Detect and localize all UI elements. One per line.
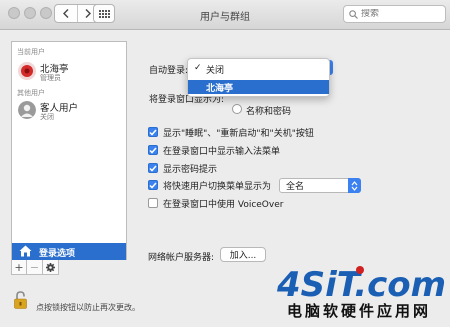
checkbox-box [148, 163, 158, 173]
add-user-button[interactable]: + [11, 260, 27, 275]
remove-user-button[interactable]: − [27, 260, 43, 275]
join-button[interactable]: 加入... [220, 247, 266, 262]
popup-arrows [348, 178, 361, 193]
menu-item-off[interactable]: ✓ 关闭 [188, 62, 329, 76]
user-row-beihaiting[interactable]: 北海亭 管理员 [12, 58, 126, 84]
lock-button[interactable] [14, 291, 27, 309]
title-bar: 用户与群组 [0, 0, 450, 30]
checkbox-box [148, 127, 158, 137]
show-input-menu-checkbox[interactable]: 在登录窗口中显示输入法菜单 [148, 144, 281, 157]
checkbox-box [148, 145, 158, 155]
user-list-toolbar: + − [11, 260, 61, 275]
fast-switch-value: 全名 [286, 182, 305, 192]
auto-login-label: 自动登录: [149, 66, 189, 76]
fast-switch-popup[interactable]: 全名 [279, 178, 361, 193]
menu-item-label: 关闭 [206, 66, 225, 76]
user-list: 当前用户 北海亭 管理员 其他用户 客人用户 关闭 登录选项 [11, 41, 127, 260]
gear-icon [46, 262, 55, 272]
padlock-open-icon [14, 291, 27, 309]
up-down-arrows-icon [351, 180, 358, 191]
user-avatar [18, 62, 36, 80]
user-row-guest[interactable]: 客人用户 关闭 [12, 97, 126, 123]
checkbox-label: 将快速用户切换菜单显示为 [163, 181, 272, 192]
show-power-buttons-checkbox[interactable]: 显示"睡眠"、"重新启动"和"关机"按钮 [148, 126, 314, 139]
use-voiceover-checkbox[interactable]: 在登录窗口中使用 VoiceOver [148, 197, 284, 210]
menu-item-label: 北海亭 [206, 84, 234, 94]
show-password-hints-checkbox[interactable]: 显示密码提示 [148, 162, 218, 175]
check-icon [149, 129, 157, 136]
guest-status: 关闭 [40, 113, 54, 121]
flower-avatar-icon [18, 62, 36, 80]
action-menu-button[interactable] [43, 260, 59, 275]
checkbox-label: 在登录窗口中显示输入法菜单 [163, 146, 281, 157]
fast-user-switching-checkbox[interactable]: 将快速用户切换菜单显示为 [148, 179, 272, 192]
network-server-label: 网络帐户服务器: [148, 253, 215, 263]
guest-avatar [18, 101, 36, 119]
checkbox-label: 显示"睡眠"、"重新启动"和"关机"按钮 [163, 128, 314, 139]
house-icon [19, 245, 32, 257]
checkmark-icon: ✓ [194, 63, 202, 73]
check-icon [149, 165, 157, 172]
user-role: 管理员 [40, 74, 61, 82]
checkbox-box [148, 180, 158, 190]
name-and-password-radio[interactable] [232, 104, 242, 114]
checkbox-box [148, 198, 158, 208]
check-icon [149, 182, 157, 189]
name-and-password-label: 名称和密码 [246, 107, 292, 117]
watermark-subtitle: 电脑软硬件应用网 [287, 302, 432, 320]
search-field[interactable] [343, 5, 446, 23]
current-users-heading: 当前用户 [17, 48, 45, 56]
search-icon [349, 9, 358, 19]
checkbox-label: 显示密码提示 [163, 164, 218, 175]
search-input[interactable] [361, 9, 441, 19]
checkbox-label: 在登录窗口中使用 VoiceOver [163, 199, 284, 210]
lock-hint-text: 点按锁按钮以防止再次更改。 [36, 303, 140, 312]
auto-login-menu: ✓ 关闭 北海亭 [187, 58, 330, 97]
login-options-item[interactable]: 登录选项 [12, 243, 126, 260]
check-icon [149, 147, 157, 154]
login-options-label: 登录选项 [39, 249, 76, 259]
user-silhouette-icon [18, 101, 36, 119]
menu-item-beihaiting[interactable]: 北海亭 [188, 80, 329, 94]
